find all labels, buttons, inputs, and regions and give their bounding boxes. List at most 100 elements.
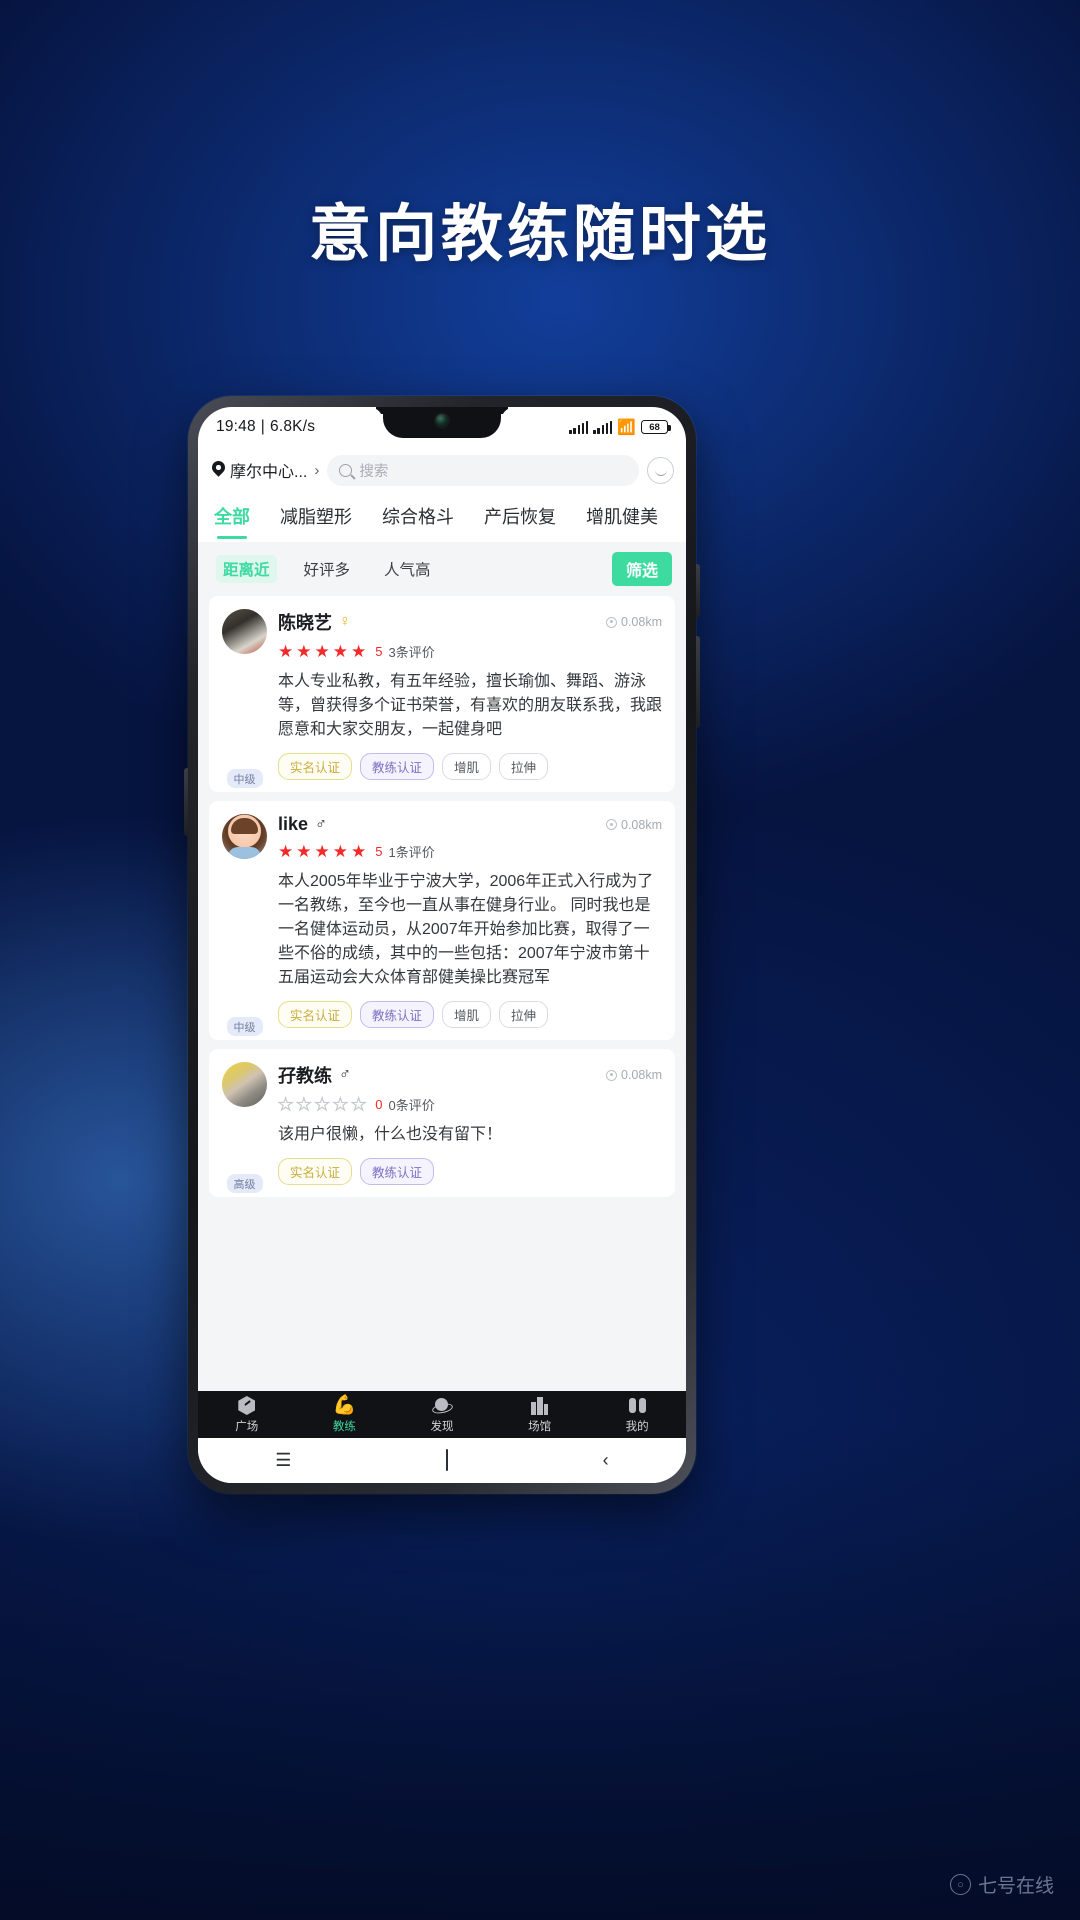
person-icon [628,1396,646,1416]
filter-chip-popular[interactable]: 人气高 [377,555,438,583]
phone-frame: 19:48 | 6.8K/s 📶 68 摩尔中心... › 搜索 全部 减脂塑形… [184,396,700,1494]
phone-screen: 19:48 | 6.8K/s 📶 68 摩尔中心... › 搜索 全部 减脂塑形… [198,407,686,1483]
star-rating-icon: ★ ★ ★ ★ ★ [278,842,367,861]
battery-level: 68 [649,421,660,433]
tag-coach-verified: 教练认证 [360,1001,435,1028]
tab-all[interactable]: 全部 [214,503,250,542]
coach-name-row: 陈晓艺 ♀ 0.08km [278,609,662,635]
search-input[interactable]: 搜索 [327,454,639,486]
building-icon [531,1396,549,1416]
signal-icon-sim2 [593,420,613,434]
tab-bodybuilding[interactable]: 增肌健美 [586,503,658,542]
coach-name-row: 孖教练 ♂ 0.08km [278,1062,662,1088]
page-headline: 意向教练随时选 [308,197,771,270]
distance-label: 0.08km [606,818,662,832]
level-badge: 高级 [226,1174,263,1193]
avatar[interactable] [222,1062,267,1107]
phone-side-button-volume-down [696,636,700,728]
avatar[interactable] [222,814,267,859]
android-system-nav: ☰ ‹ [198,1438,686,1483]
coach-list[interactable]: 中级 陈晓艺 ♀ 0.08km ★ ★ ★ ★ ★ 5 3条评价 本人专业私教，… [198,596,686,1452]
back-icon[interactable]: ‹ [603,1450,609,1471]
nav-label: 场馆 [528,1420,552,1433]
bottom-navigation: 广场 💪 教练 发现 场馆 我的 [198,1391,686,1438]
nav-label: 广场 [235,1420,259,1433]
review-count: 0条评价 [388,1098,435,1113]
coach-card[interactable]: 高级 孖教练 ♂ 0.08km ★ ★ ★ ★ ★ 0 0条评价 该用户很懒，什… [209,1049,675,1197]
nav-item-discover[interactable]: 发现 [393,1396,491,1434]
level-badge: 中级 [226,769,263,788]
coach-body: like ♂ 0.08km ★ ★ ★ ★ ★ 5 1条评价 本人2005年毕业于宁波大… [278,814,662,1028]
review-count: 3条评价 [388,645,435,660]
nav-item-mine[interactable]: 我的 [588,1396,686,1434]
rating-row: ★ ★ ★ ★ ★ 5 1条评价 [278,842,662,861]
search-icon [339,463,353,477]
filter-button[interactable]: 筛选 [611,552,672,586]
nav-item-plaza[interactable]: 广场 [198,1396,296,1434]
home-square-icon[interactable] [446,1449,449,1471]
search-header: 摩尔中心... › 搜索 [198,447,686,493]
star-rating-icon: ★ ★ ★ ★ ★ [277,1095,367,1114]
location-selector[interactable]: 摩尔中心... › [212,458,319,482]
tab-fat-loss[interactable]: 减脂塑形 [280,503,352,542]
status-time: 19:48 [216,418,256,435]
tab-postpartum[interactable]: 产后恢复 [484,503,556,542]
nav-item-coach[interactable]: 💪 教练 [296,1396,394,1434]
coach-body: 孖教练 ♂ 0.08km ★ ★ ★ ★ ★ 0 0条评价 该用户很懒，什么也没有留下！ [277,1062,662,1185]
distance-pin-icon [606,819,617,830]
gender-male-icon: ♂ [315,815,328,833]
coach-description: 本人2005年毕业于宁波大学，2006年正式入行成为了一名教练，至今也一直从事在… [278,873,654,986]
tag-list: 实名认证 教练认证 [278,1158,662,1185]
hexagon-compass-icon [238,1396,256,1416]
level-badge: 中级 [226,1017,263,1036]
tag-real-name-verified: 实名认证 [278,753,353,780]
tab-mma[interactable]: 综合格斗 [382,503,454,542]
distance-label: 0.08km [606,1068,662,1082]
avatar-wrapper: 中级 [222,814,267,1036]
chevron-right-icon: › [314,461,320,479]
tag-coach-verified: 教练认证 [360,1158,435,1185]
gender-female-icon: ♀ [339,613,351,630]
smiley-face-icon[interactable] [647,456,674,484]
status-netspeed: 6.8K/s [270,418,316,435]
tag-list: 实名认证 教练认证 增肌 拉伸 [278,1001,662,1028]
rating-row: ★ ★ ★ ★ ★ 0 0条评价 [277,1095,662,1114]
nav-item-venue[interactable]: 场馆 [491,1396,589,1434]
muscle-arm-icon: 💪 [332,1395,357,1416]
tag-real-name-verified: 实名认证 [278,1158,353,1185]
coach-description: 本人专业私教，有五年经验，擅长瑜伽、舞蹈、游泳等，曾获得多个证书荣誉，有喜欢的朋… [278,673,663,738]
signal-icon-sim1 [569,420,589,434]
search-circle-icon: ○ [949,1874,971,1895]
filter-chip-nearest[interactable]: 距离近 [216,555,277,583]
avatar-wrapper: 中级 [222,609,267,788]
tag-real-name-verified: 实名认证 [278,1001,353,1028]
watermark: ○ 七号在线 [949,1871,1054,1898]
status-bar-right: 📶 68 [569,420,671,435]
nav-label: 教练 [332,1420,356,1433]
status-separator: | [260,418,266,435]
distance-value: 0.08km [621,1068,662,1082]
coach-name-row: like ♂ 0.08km [278,814,662,835]
phone-side-button-volume-up [696,564,700,618]
coach-card[interactable]: 中级 陈晓艺 ♀ 0.08km ★ ★ ★ ★ ★ 5 3条评价 本人专业私教，… [209,596,675,792]
category-tabs: 全部 减脂塑形 综合格斗 产后恢复 增肌健美 [198,493,686,542]
coach-description: 该用户很懒，什么也没有留下！ [278,1126,503,1143]
distance-value: 0.08km [621,817,662,832]
nav-label: 我的 [625,1420,649,1433]
avatar[interactable] [222,609,267,654]
distance-label: 0.08km [606,615,662,629]
watermark-text: 七号在线 [977,1876,1054,1897]
battery-icon: 68 [641,420,671,434]
filter-chip-best-rated[interactable]: 好评多 [297,555,358,583]
rating-score: 5 [375,644,383,659]
rating-score: 0 [375,1097,383,1112]
distance-pin-icon [606,616,617,628]
menu-icon[interactable]: ☰ [275,1450,291,1471]
distance-pin-icon [606,1069,617,1081]
star-rating-icon: ★ ★ ★ ★ ★ [278,642,367,661]
filter-bar: 距离近 好评多 人气高 筛选 [198,542,686,596]
coach-card[interactable]: 中级 like ♂ 0.08km ★ ★ ★ ★ ★ 5 1条评价 本人2005… [209,801,675,1040]
coach-name: like [278,814,309,834]
tag-muscle-gain: 增肌 [442,753,492,780]
coach-name: 陈晓艺 [278,613,332,633]
